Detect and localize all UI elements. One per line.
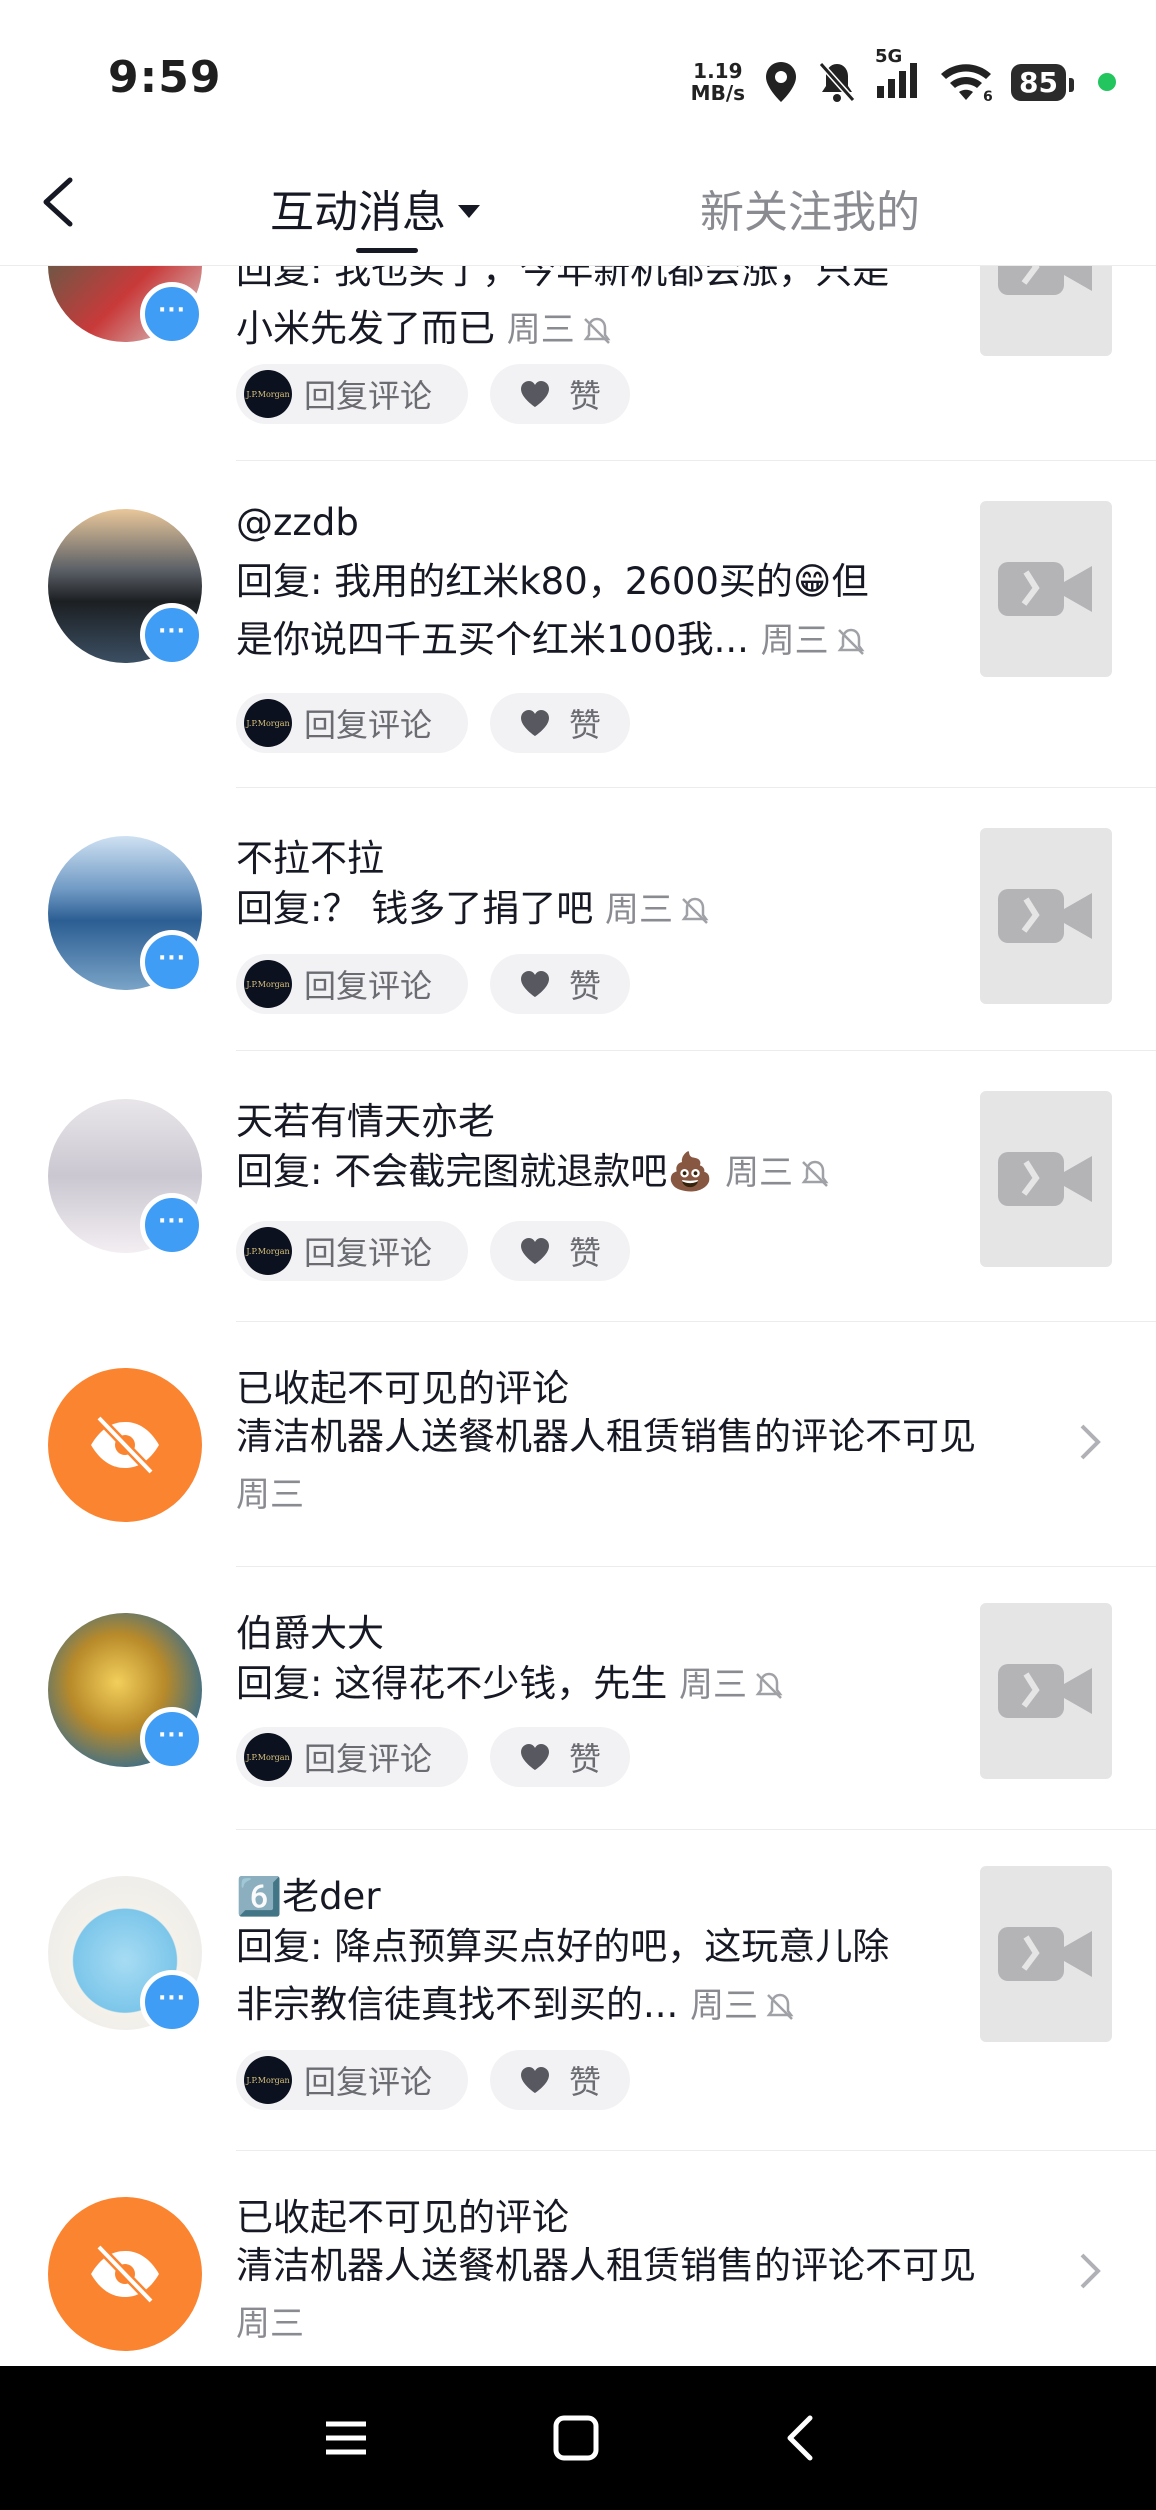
net-speed: 1.19 MB/s bbox=[690, 59, 746, 105]
mute-bell-icon bbox=[818, 62, 856, 102]
status-icons: 1.19 MB/s 5G 6 85 bbox=[690, 46, 1116, 112]
mute-bell-icon bbox=[583, 317, 611, 344]
back-arrow-icon[interactable] bbox=[30, 172, 90, 232]
heart-icon bbox=[520, 710, 549, 736]
privacy-indicator-dot bbox=[1098, 73, 1116, 91]
home-icon[interactable] bbox=[546, 2408, 606, 2468]
reply-comment-button[interactable]: J.P.Morgan 回复评论 bbox=[236, 2050, 468, 2110]
tab-interactions[interactable]: 互动消息 bbox=[270, 176, 480, 240]
status-time: 9:59 bbox=[108, 52, 222, 103]
hidden-comment-item[interactable]: 已收起不可见的评论 清洁机器人送餐机器人租赁销售的评论不可见 周三 bbox=[0, 2151, 1156, 2366]
comment-badge-icon: ··· bbox=[140, 603, 204, 667]
video-camera-icon bbox=[998, 1152, 1092, 1206]
jpmorgan-logo-icon: J.P.Morgan bbox=[244, 1733, 292, 1781]
like-button[interactable]: 赞 bbox=[490, 364, 630, 424]
reply-comment-button[interactable]: J.P.Morgan 回复评论 bbox=[236, 954, 468, 1014]
comment-badge-icon: ··· bbox=[140, 282, 204, 346]
list-item[interactable]: ··· @zzdb 回复: 我用的红米k80，2600买的😁但 是你说四千五买个… bbox=[0, 461, 1156, 788]
list-item[interactable]: ··· 天若有情天亦老 回复: 不会截完图就退款吧💩 周三 J.P.Morgan… bbox=[0, 1051, 1156, 1322]
signal-icon: 5G bbox=[875, 46, 921, 104]
video-thumbnail[interactable] bbox=[980, 501, 1112, 677]
svg-text:6: 6 bbox=[983, 89, 993, 102]
reply-comment-button[interactable]: J.P.Morgan 回复评论 bbox=[236, 364, 468, 424]
battery-icon: 85 bbox=[1011, 63, 1074, 101]
message-list[interactable]: ··· 回复: 我也买了，今年新机都会涨，只是 小米先发了而已 周三 J.P.M… bbox=[0, 266, 1156, 2366]
eye-off-icon bbox=[91, 1414, 159, 1476]
back-nav-icon[interactable] bbox=[772, 2408, 832, 2468]
mute-bell-icon bbox=[837, 628, 865, 655]
hidden-comment-avatar bbox=[48, 2197, 202, 2351]
like-button[interactable]: 赞 bbox=[490, 2050, 630, 2110]
chevron-right-icon[interactable] bbox=[1076, 2249, 1106, 2293]
video-thumbnail[interactable] bbox=[980, 828, 1112, 1004]
jpmorgan-logo-icon: J.P.Morgan bbox=[244, 960, 292, 1008]
reply-comment-button[interactable]: J.P.Morgan 回复评论 bbox=[236, 693, 468, 753]
chevron-right-icon[interactable] bbox=[1076, 1420, 1106, 1464]
jpmorgan-logo-icon: J.P.Morgan bbox=[244, 1227, 292, 1275]
heart-icon bbox=[520, 1238, 549, 1264]
video-camera-icon bbox=[998, 1927, 1092, 1981]
caret-down-icon bbox=[458, 204, 480, 218]
reply-comment-button[interactable]: J.P.Morgan 回复评论 bbox=[236, 1221, 468, 1281]
video-camera-icon bbox=[998, 266, 1092, 295]
jpmorgan-logo-icon: J.P.Morgan bbox=[244, 2056, 292, 2104]
menu-icon[interactable] bbox=[316, 2408, 376, 2468]
list-item[interactable]: ··· 6️⃣老der 回复: 降点预算买点好的吧，这玩意儿除 非宗教信徒真找不… bbox=[0, 1830, 1156, 2151]
hidden-comment-item[interactable]: 已收起不可见的评论 清洁机器人送餐机器人租赁销售的评论不可见 周三 bbox=[0, 1322, 1156, 1567]
heart-icon bbox=[520, 381, 549, 407]
like-button[interactable]: 赞 bbox=[490, 693, 630, 753]
heart-icon bbox=[520, 2067, 549, 2093]
reply-comment-button[interactable]: J.P.Morgan 回复评论 bbox=[236, 1727, 468, 1787]
mute-bell-icon bbox=[766, 1993, 794, 2020]
list-item[interactable]: ··· 回复: 我也买了，今年新机都会涨，只是 小米先发了而已 周三 J.P.M… bbox=[0, 266, 1156, 461]
video-camera-icon bbox=[998, 1664, 1092, 1718]
eye-off-icon bbox=[91, 2243, 159, 2305]
jpmorgan-logo-icon: J.P.Morgan bbox=[244, 699, 292, 747]
like-button[interactable]: 赞 bbox=[490, 954, 630, 1014]
video-thumbnail[interactable] bbox=[980, 1603, 1112, 1779]
system-nav-bar bbox=[0, 2366, 1156, 2510]
wifi-icon: 6 bbox=[941, 64, 993, 102]
video-camera-icon bbox=[998, 889, 1092, 943]
video-thumbnail[interactable] bbox=[980, 1091, 1112, 1267]
heart-icon bbox=[520, 1744, 549, 1770]
comment-badge-icon: ··· bbox=[140, 1970, 204, 2034]
like-button[interactable]: 赞 bbox=[490, 1727, 630, 1787]
jpmorgan-logo-icon: J.P.Morgan bbox=[244, 370, 292, 418]
mute-bell-icon bbox=[755, 1672, 783, 1699]
mute-bell-icon bbox=[681, 897, 709, 924]
mute-bell-icon bbox=[801, 1160, 829, 1187]
list-item[interactable]: ··· 伯爵大大 回复: 这得花不少钱，先生 周三 J.P.Morgan 回复评论… bbox=[0, 1567, 1156, 1830]
location-icon bbox=[766, 62, 797, 102]
top-header: 互动消息 新关注我的 bbox=[0, 150, 1156, 266]
tab-active-indicator bbox=[356, 248, 418, 253]
list-item[interactable]: ··· 不拉不拉 回复:？ 钱多了捐了吧 周三 J.P.Morgan 回复评论 赞 bbox=[0, 788, 1156, 1051]
video-thumbnail[interactable] bbox=[980, 266, 1112, 356]
heart-icon bbox=[520, 971, 549, 997]
video-thumbnail[interactable] bbox=[980, 1866, 1112, 2042]
like-button[interactable]: 赞 bbox=[490, 1221, 630, 1281]
video-camera-icon bbox=[998, 562, 1092, 616]
comment-badge-icon: ··· bbox=[140, 1707, 204, 1771]
comment-badge-icon: ··· bbox=[140, 930, 204, 994]
hidden-comment-avatar bbox=[48, 1368, 202, 1522]
tab-new-followers[interactable]: 新关注我的 bbox=[700, 176, 920, 240]
status-bar: 9:59 1.19 MB/s 5G 6 85 bbox=[0, 0, 1156, 150]
comment-badge-icon: ··· bbox=[140, 1193, 204, 1257]
